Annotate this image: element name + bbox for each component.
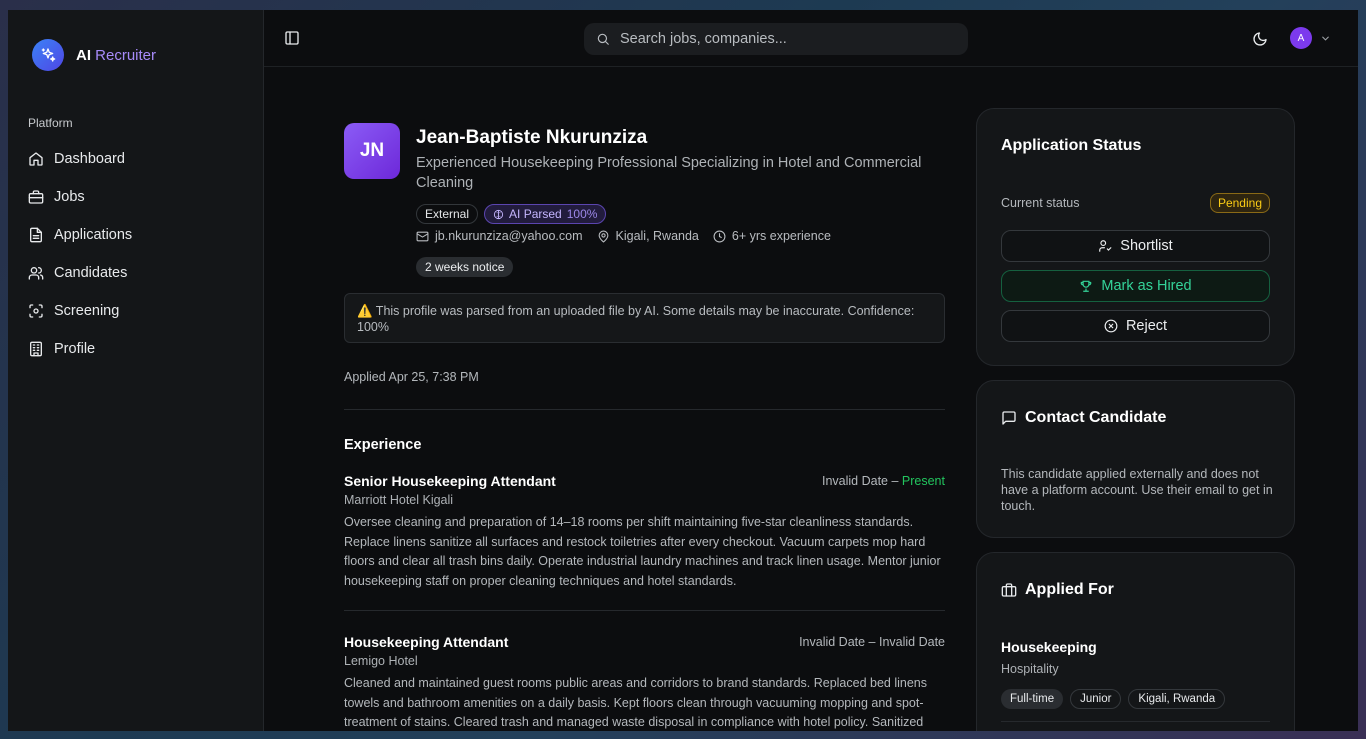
candidate-meta: jb.nkurunziza@yahoo.com Kigali, Rwanda 6…	[416, 229, 831, 243]
map-pin-icon	[598, 230, 608, 243]
briefcase-icon	[28, 190, 44, 204]
job-tags: Full-time Junior Kigali, Rwanda	[1001, 689, 1226, 709]
current-status-row: Current status Pending	[1001, 193, 1270, 213]
mark-hired-button[interactable]: Mark as Hired	[1001, 270, 1270, 302]
experience-item-2: Housekeeping Attendant Lemigo Hotel Inva…	[344, 634, 945, 731]
trophy-icon	[1081, 280, 1092, 292]
applied-for-card: Applied For Housekeeping Hospitality Ful…	[976, 552, 1295, 731]
job-dates: Invalid Date – Present	[821, 474, 945, 488]
sidebar-item-candidates[interactable]: Candidates	[20, 254, 252, 292]
tag: Full-time	[1001, 689, 1064, 709]
card-title: Contact Candidate	[1001, 409, 1166, 427]
brand[interactable]: AI Recruiter	[32, 39, 156, 71]
experience-item-1: Senior Housekeeping Attendant Marriott H…	[344, 473, 945, 592]
contact-info-text: This candidate applied externally and do…	[1001, 467, 1273, 513]
sidebar-item-label: Jobs	[54, 189, 85, 205]
job-dates: Invalid Date – Invalid Date	[799, 635, 945, 649]
applied-job-category: Hospitality	[1001, 662, 1059, 676]
sparkles-icon	[32, 39, 64, 71]
brand-name: AI Recruiter	[76, 46, 157, 64]
sidebar-item-screening[interactable]: Screening	[20, 292, 252, 330]
avatar: A	[1290, 27, 1312, 49]
contact-candidate-card: Contact Candidate This candidate applied…	[976, 380, 1295, 538]
job-description: Cleaned and maintained guest rooms publi…	[344, 676, 927, 730]
user-menu-button[interactable]: A	[1290, 27, 1331, 49]
sidebar-item-label: Dashboard	[54, 151, 125, 167]
notice-badge: 2 weeks notice	[416, 257, 514, 277]
nav-section-label: Platform	[28, 116, 73, 130]
applied-job-title[interactable]: Housekeeping	[1001, 639, 1097, 655]
moon-icon[interactable]	[1252, 31, 1268, 47]
divider	[344, 409, 945, 410]
sidebar-item-label: Applications	[54, 227, 133, 243]
email-item[interactable]: jb.nkurunziza@yahoo.com	[416, 229, 583, 243]
topbar: A	[264, 10, 1358, 67]
job-description: Oversee cleaning and preparation of 14–1…	[344, 515, 941, 589]
job-company: Lemigo Hotel	[344, 654, 418, 668]
sidebar-toggle-icon[interactable]	[284, 30, 300, 46]
file-icon	[30, 227, 42, 243]
divider	[344, 610, 945, 611]
job-company: Marriott Hotel Kigali	[344, 493, 454, 507]
experience-item: 6+ yrs experience	[713, 229, 831, 243]
status-badge: Pending	[1209, 193, 1270, 213]
users-icon	[28, 267, 44, 280]
applied-date: Applied Apr 25, 7:38 PM	[344, 370, 479, 384]
chevron-down-icon	[1322, 36, 1329, 41]
scan-icon	[29, 304, 43, 318]
mail-icon	[416, 231, 429, 241]
x-circle-icon	[1104, 319, 1118, 333]
sidebar-item-label: Screening	[54, 303, 120, 319]
home-icon	[29, 152, 43, 166]
search-input[interactable]	[620, 31, 940, 47]
tag: Junior	[1070, 689, 1122, 709]
candidate-badges: External AI Parsed 100%	[416, 204, 607, 224]
search-bar[interactable]	[584, 23, 968, 55]
reject-button[interactable]: Reject	[1001, 310, 1270, 342]
candidate-avatar: JN	[344, 123, 400, 179]
candidate-name: Jean-Baptiste Nkurunziza	[416, 127, 648, 148]
divider	[1001, 721, 1270, 722]
ai-warning-alert: ⚠️ This profile was parsed from an uploa…	[344, 293, 945, 343]
candidate-headline: Experienced Housekeeping Professional Sp…	[416, 155, 922, 191]
sidebar-item-applications[interactable]: Applications	[20, 216, 252, 254]
building-icon	[30, 341, 42, 357]
sidebar: AI Recruiter Platform Dashboard Jobs App…	[8, 10, 264, 731]
location-item: Kigali, Rwanda	[597, 229, 699, 243]
sidebar-nav: Dashboard Jobs Applications Candidates S…	[20, 140, 252, 368]
experience-heading: Experience	[344, 437, 422, 453]
ai-confidence: 100%	[566, 207, 598, 221]
application-status-card: Application Status Current status Pendin…	[976, 108, 1295, 366]
user-check-icon	[1099, 240, 1112, 252]
ai-parsed-badge: AI Parsed 100%	[484, 204, 607, 224]
card-title: Application Status	[1001, 137, 1142, 154]
sidebar-item-dashboard[interactable]: Dashboard	[20, 140, 252, 178]
sidebar-item-profile[interactable]: Profile	[20, 330, 252, 368]
brain-icon	[493, 209, 504, 219]
briefcase-icon	[1001, 583, 1017, 597]
source-badge: External	[416, 204, 479, 224]
main-content: JN Jean-Baptiste Nkurunziza Experienced …	[264, 67, 1358, 731]
tag: Kigali, Rwanda	[1128, 689, 1226, 709]
app-window: AI Recruiter Platform Dashboard Jobs App…	[8, 10, 1358, 731]
sidebar-item-jobs[interactable]: Jobs	[20, 178, 252, 216]
card-title: Applied For	[1001, 581, 1114, 599]
message-icon	[1002, 411, 1016, 425]
sidebar-item-label: Profile	[54, 341, 96, 357]
search-icon	[597, 33, 609, 45]
clock-icon	[713, 230, 726, 242]
shortlist-button[interactable]: Shortlist	[1001, 230, 1270, 262]
sidebar-item-label: Candidates	[54, 265, 128, 281]
